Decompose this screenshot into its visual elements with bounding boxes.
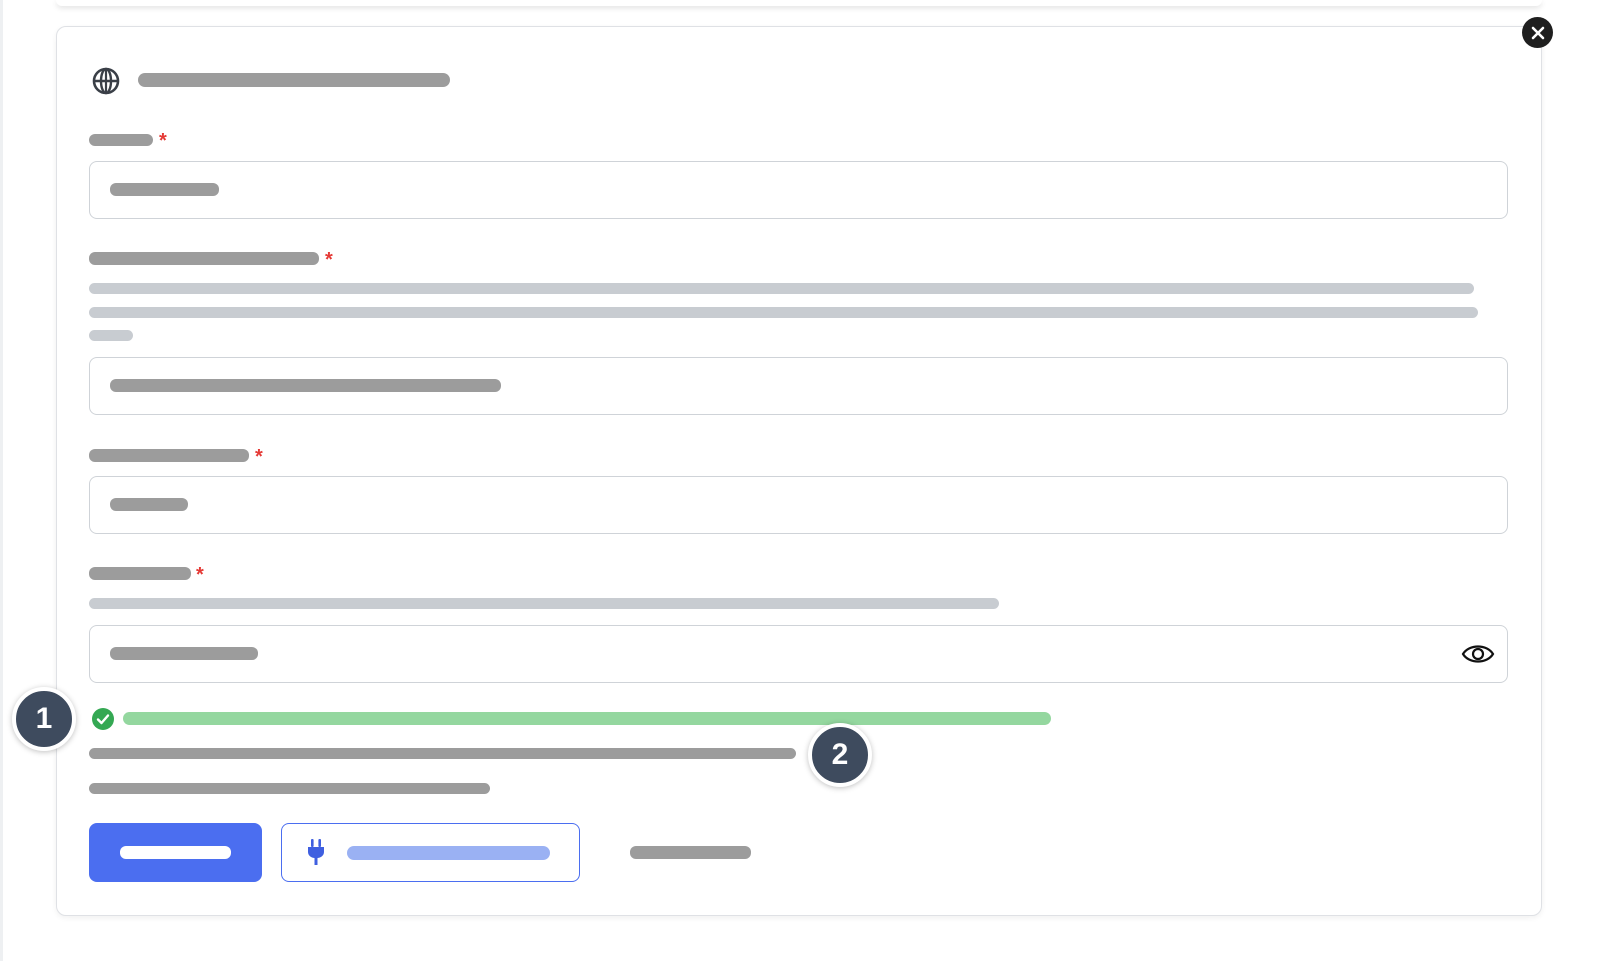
dialog-title xyxy=(138,73,450,87)
test-connection-label xyxy=(347,846,550,860)
status-detail xyxy=(89,748,796,759)
check-circle-icon xyxy=(92,708,114,730)
plug-icon xyxy=(308,839,324,865)
field-4-value xyxy=(110,647,258,660)
description-line xyxy=(89,307,1478,318)
field-3-input[interactable] xyxy=(89,476,1508,534)
close-button[interactable] xyxy=(1522,17,1553,48)
required-marker: * xyxy=(196,564,204,586)
field-1-label xyxy=(89,134,153,146)
globe-icon xyxy=(92,67,120,95)
required-marker: * xyxy=(255,446,263,468)
save-button-label xyxy=(120,846,231,859)
status-message xyxy=(123,712,1051,725)
background-edge xyxy=(0,0,3,961)
field-1-value xyxy=(110,183,219,196)
test-connection-button[interactable] xyxy=(281,823,580,882)
field-3-label xyxy=(89,449,249,462)
close-icon xyxy=(1531,26,1544,39)
field-2-input[interactable] xyxy=(89,357,1508,415)
previous-card-edge xyxy=(56,0,1542,6)
description-line xyxy=(89,283,1474,294)
field-2-label xyxy=(89,252,319,265)
callout-badge-2: 2 xyxy=(808,723,872,787)
description-line xyxy=(89,330,133,341)
save-button[interactable] xyxy=(89,823,262,882)
field-3-value xyxy=(110,498,188,511)
status-detail xyxy=(89,783,490,794)
cancel-button[interactable] xyxy=(610,836,770,868)
cancel-button-label xyxy=(630,846,751,859)
field-4-input[interactable] xyxy=(89,625,1508,683)
field-4-description xyxy=(89,598,999,609)
required-marker: * xyxy=(325,249,333,271)
field-1-input[interactable] xyxy=(89,161,1508,219)
callout-badge-1: 1 xyxy=(12,687,76,751)
field-4-label xyxy=(89,567,191,580)
field-2-value xyxy=(110,379,501,392)
eye-icon[interactable] xyxy=(1460,640,1496,668)
required-marker: * xyxy=(159,130,167,152)
